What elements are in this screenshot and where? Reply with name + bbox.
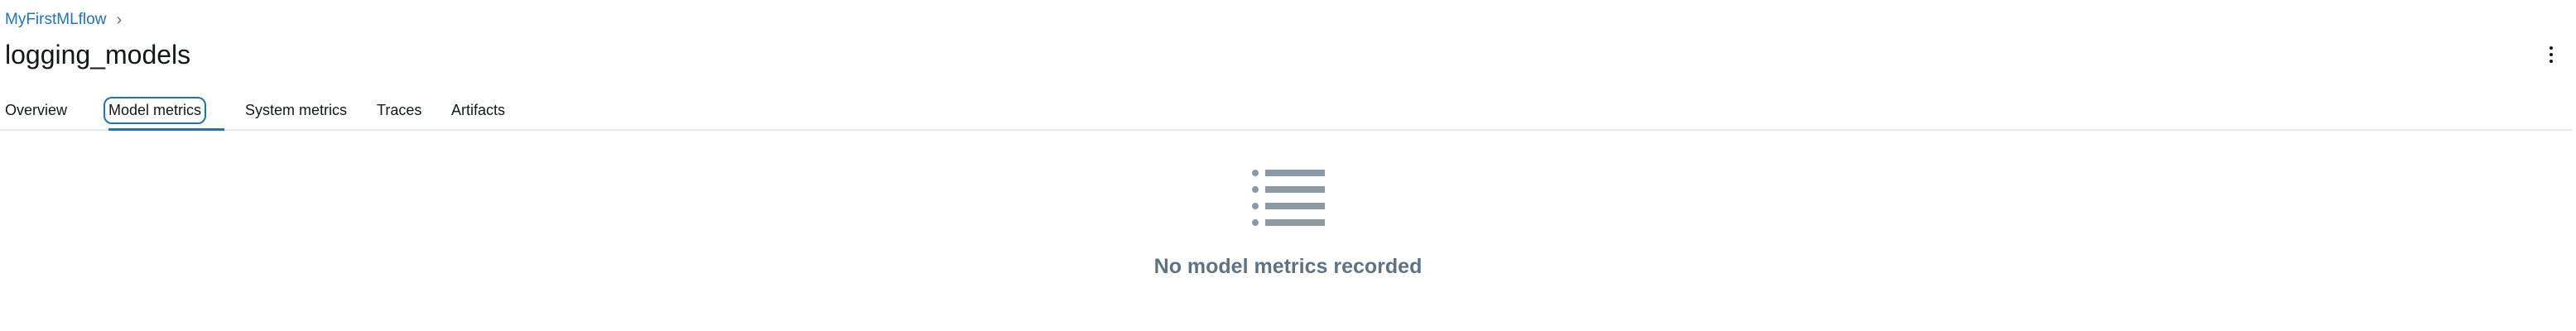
tab-label: Overview [5, 101, 68, 118]
list-icon [1251, 170, 1325, 226]
tab-label: Artifacts [451, 101, 506, 118]
breadcrumb-experiment-link[interactable]: MyFirstMLflow [5, 11, 106, 29]
empty-state-message: No model metrics recorded [1153, 255, 1423, 278]
tab-artifacts[interactable]: Artifacts [446, 91, 531, 129]
kebab-vertical-icon[interactable] [2541, 41, 2561, 68]
tab-bar: Overview Model metrics System metrics Tr… [0, 91, 2572, 131]
tab-label: Model metrics [103, 96, 207, 124]
tab-model-metrics[interactable]: Model metrics [103, 91, 229, 131]
tab-label: System metrics [245, 101, 348, 118]
breadcrumb: MyFirstMLflow › [5, 11, 122, 29]
kebab-dot [2550, 46, 2553, 50]
kebab-dot [2550, 53, 2553, 56]
tab-traces[interactable]: Traces [372, 91, 440, 129]
empty-state: No model metrics recorded [0, 166, 2576, 279]
tab-overview[interactable]: Overview [0, 91, 93, 129]
tab-system-metrics[interactable]: System metrics [240, 91, 366, 129]
tab-label: Traces [377, 101, 422, 118]
kebab-dot [2550, 60, 2553, 63]
chevron-right-icon: › [116, 11, 123, 29]
page-title: logging_models [5, 40, 191, 70]
